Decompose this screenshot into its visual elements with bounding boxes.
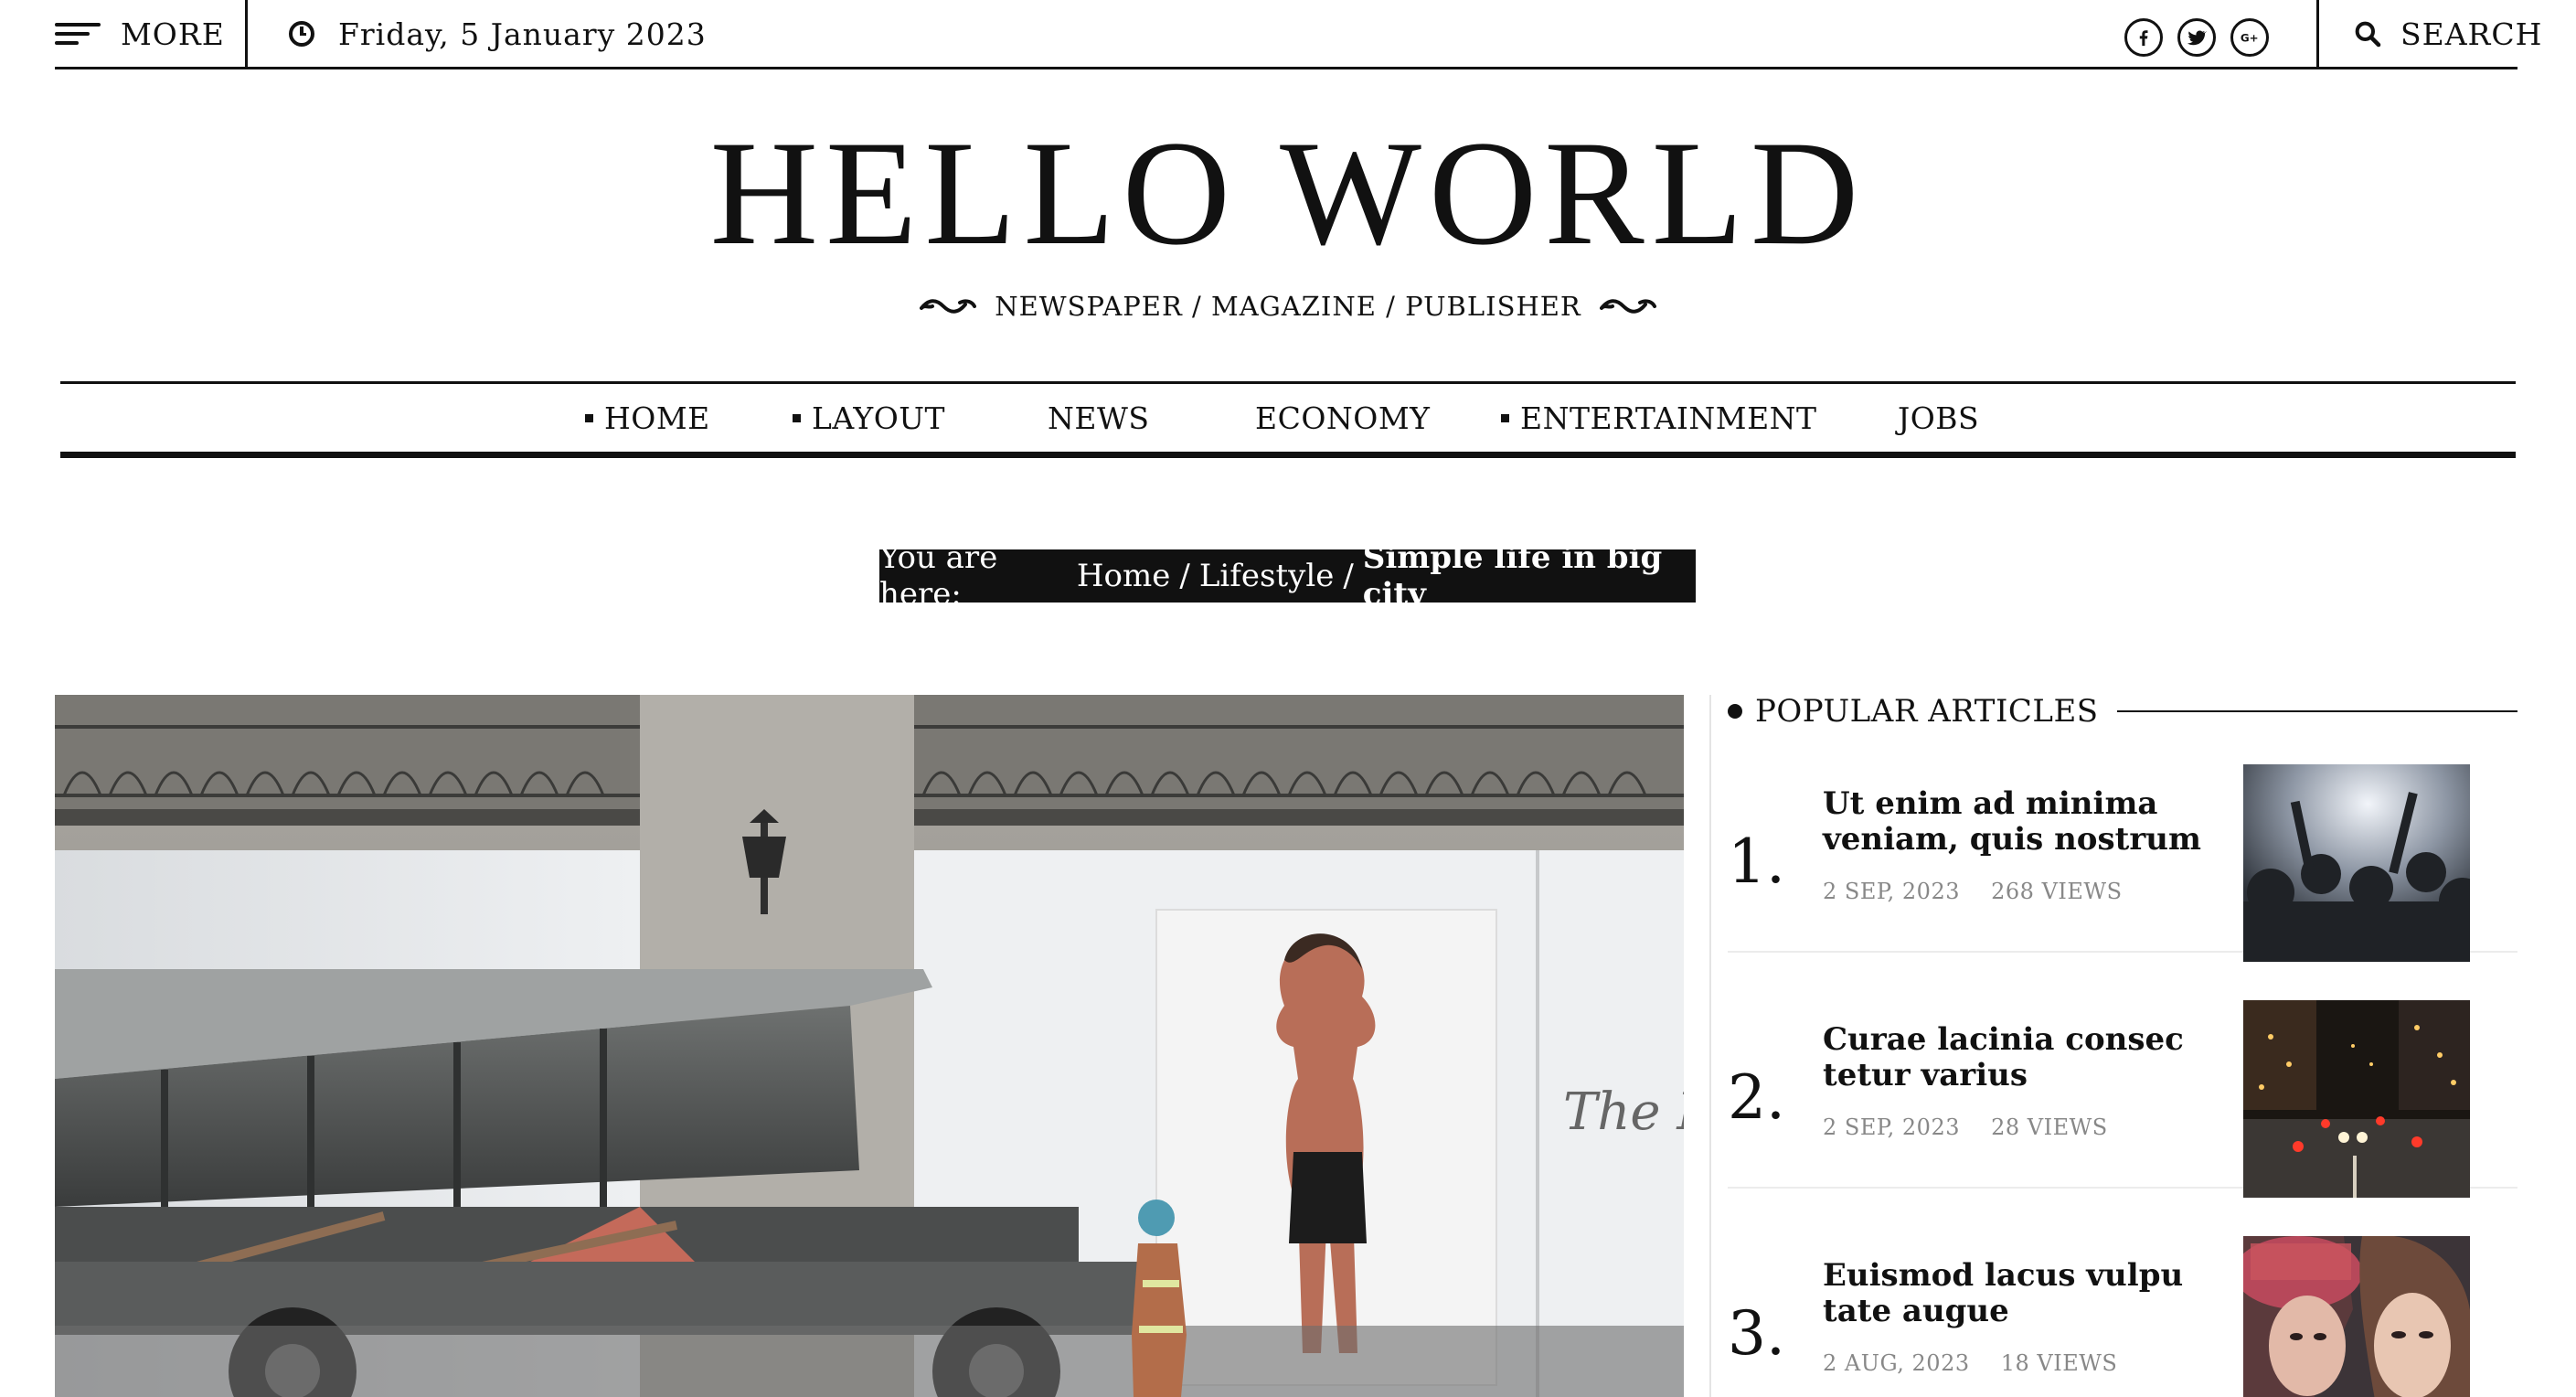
article-title-link[interactable]: Curae lacinia consec tetur varius (1823, 1022, 2225, 1093)
article-meta: 2 AUG, 2023 18 VIEWS (1823, 1350, 2117, 1376)
article-thumbnail-city-night[interactable] (2243, 1000, 2470, 1198)
article-thumbnail-concert[interactable] (2243, 764, 2470, 962)
nav-item-news[interactable]: NEWS (1048, 384, 1150, 452)
main-navigation: HOME LAYOUT NEWS ECONOMY ENTERTAINMENT J… (60, 381, 2516, 458)
google-plus-icon[interactable]: G+ (2230, 18, 2269, 57)
svg-text:G+: G+ (2241, 32, 2259, 45)
flourish-left-icon (920, 295, 977, 317)
clock-icon (289, 21, 314, 47)
nav-item-label: ENTERTAINMENT (1520, 400, 1817, 436)
facebook-icon[interactable] (2124, 18, 2163, 57)
topbar-divider (2316, 0, 2319, 69)
submenu-indicator-icon (793, 413, 801, 422)
featured-image: The Roo (55, 695, 1684, 1397)
site-tagline: NEWSPAPER / MAGAZINE / PUBLISHER (0, 291, 2576, 322)
more-menu-button[interactable]: MORE (55, 0, 245, 68)
article-views: 268 VIEWS (1991, 879, 2123, 904)
article-meta: 2 SEP, 2023 268 VIEWS (1823, 879, 2123, 904)
popular-article-item: 2. Curae lacinia consec tetur varius 2 S… (1728, 991, 2517, 1198)
topbar-divider (245, 0, 248, 69)
article-date: 2 SEP, 2023 (1823, 879, 1960, 904)
breadcrumb-prefix: You are here: (879, 539, 998, 613)
breadcrumb-section-link[interactable]: Lifestyle (1199, 558, 1334, 594)
nav-item-label: JOBS (1898, 400, 1980, 436)
article-rank: 3. (1728, 1298, 1785, 1369)
current-date: Friday, 5 January 2023 (289, 0, 707, 68)
popular-articles-heading: POPULAR ARTICLES (1728, 691, 2517, 731)
hamburger-icon (55, 23, 101, 45)
bullet-icon (1728, 704, 1742, 719)
tagline-text: NEWSPAPER / MAGAZINE / PUBLISHER (995, 291, 1581, 322)
nav-item-economy[interactable]: ECONOMY (1255, 384, 1430, 452)
nav-item-label: NEWS (1048, 400, 1150, 436)
twitter-icon[interactable] (2177, 18, 2216, 57)
article-date: 2 AUG, 2023 (1823, 1350, 1970, 1376)
popular-article-item: 1. Ut enim ad minima veniam, quis nostru… (1728, 755, 2517, 962)
date-text: Friday, 5 January 2023 (338, 16, 707, 52)
site-title[interactable]: HELLO WORLD (0, 119, 2576, 269)
article-rank: 1. (1728, 826, 1785, 897)
more-label: MORE (121, 16, 225, 52)
nav-item-entertainment[interactable]: ENTERTAINMENT (1501, 384, 1817, 452)
search-label: SEARCH (2400, 16, 2543, 52)
social-links: G+ (2124, 18, 2269, 57)
breadcrumb: You are here: Home / Lifestyle / Simple … (879, 539, 1696, 613)
svg-text:The Roo: The Roo (1563, 1082, 1684, 1142)
article-thumbnail-portrait[interactable] (2243, 1236, 2470, 1397)
article-title-link[interactable]: Ut enim ad minima veniam, quis nostrum (1823, 786, 2225, 858)
nav-item-jobs[interactable]: JOBS (1898, 384, 1979, 452)
article-meta: 2 SEP, 2023 28 VIEWS (1823, 1114, 2108, 1140)
submenu-indicator-icon (585, 413, 593, 422)
search-button[interactable]: SEARCH (2353, 0, 2542, 68)
top-bar: MORE Friday, 5 January 2023 G+ SEARCH (55, 0, 2541, 69)
popular-articles-title: POPULAR ARTICLES (1755, 693, 2099, 730)
breadcrumb-separator: / (1343, 558, 1354, 594)
article-title-link[interactable]: Euismod lacus vulpu tate augue (1823, 1258, 2225, 1329)
article-rank: 2. (1728, 1062, 1785, 1133)
article-views: 18 VIEWS (2000, 1350, 2118, 1376)
submenu-indicator-icon (1501, 413, 1509, 422)
article-date: 2 SEP, 2023 (1823, 1114, 1960, 1140)
breadcrumb-separator: / (1179, 558, 1190, 594)
nav-item-label: ECONOMY (1255, 400, 1431, 436)
popular-article-item: 3. Euismod lacus vulpu tate augue 2 AUG,… (1728, 1227, 2517, 1397)
column-divider (1709, 695, 1711, 1397)
breadcrumb-home-link[interactable]: Home (1077, 558, 1170, 594)
article-views: 28 VIEWS (1991, 1114, 2108, 1140)
flourish-right-icon (1599, 295, 1656, 317)
search-icon (2355, 21, 2381, 48)
nav-item-label: LAYOUT (812, 400, 946, 436)
breadcrumb-current: Simple life in big city (1362, 539, 1663, 613)
heading-rule (2116, 710, 2517, 712)
nav-item-label: HOME (604, 400, 710, 436)
nav-item-layout[interactable]: LAYOUT (793, 384, 945, 452)
nav-item-home[interactable]: HOME (585, 384, 710, 452)
